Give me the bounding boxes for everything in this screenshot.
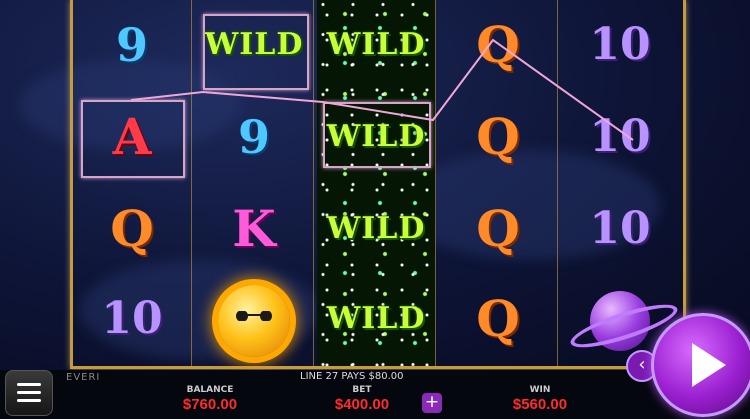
hamburger-icon: [17, 399, 41, 402]
win-highlight-box: [323, 102, 431, 168]
reel-2-symbol-2: 9: [237, 110, 270, 164]
reel-1-symbol-4: 10: [101, 293, 163, 344]
win-highlight-box: [81, 100, 185, 178]
play-triangle-icon: [692, 343, 726, 387]
menu-button[interactable]: [5, 370, 53, 416]
game-stage: 9 A Q 10 WILD 9 K WILD WILD WILD WILD Q …: [0, 0, 750, 370]
reel-5-symbol-2: 10: [589, 111, 651, 162]
bet-value: $400.00: [334, 396, 390, 413]
reel-5-symbol-1: 10: [589, 19, 651, 70]
reel-4-symbol-4: Q: [476, 289, 520, 348]
bet-increase-button[interactable]: +: [422, 393, 442, 413]
reel-3: WILD WILD WILD WILD: [317, 0, 436, 366]
win-line-message: LINE 27 PAYS $80.00: [300, 371, 404, 382]
reel-3-symbol-3: WILD: [326, 211, 426, 246]
reel-5: 10 10 10: [561, 0, 682, 366]
reel-3-symbol-4: WILD: [326, 301, 426, 336]
reel-1: 9 A Q 10: [73, 0, 192, 366]
win-highlight-box: [203, 14, 309, 90]
balance-value: $760.00: [182, 396, 238, 413]
reel-2-symbol-3: K: [232, 199, 276, 258]
reel-4: Q Q Q Q: [439, 0, 558, 366]
balance-label: BALANCE: [186, 385, 234, 395]
reel-4-symbol-2: Q: [476, 107, 520, 166]
sunglasses-icon: [236, 311, 272, 321]
win-label: WIN: [529, 385, 551, 395]
hamburger-icon: [17, 383, 41, 386]
sun-icon: [195, 276, 313, 366]
hamburger-icon: [17, 391, 41, 394]
reel-3-symbol-1: WILD: [326, 27, 426, 62]
spin-button[interactable]: [651, 313, 750, 417]
reel-1-symbol-1: 9: [115, 18, 148, 72]
reel-5-symbol-3: 10: [589, 203, 651, 254]
reel-frame: 9 A Q 10 WILD 9 K WILD WILD WILD WILD Q …: [70, 0, 686, 369]
bet-label: BET: [352, 385, 372, 395]
reel-1-symbol-3: Q: [110, 199, 154, 258]
reel-4-symbol-3: Q: [476, 199, 520, 258]
win-value: $560.00: [512, 396, 568, 413]
brand-logo: EVERI: [66, 372, 101, 383]
reel-4-symbol-1: Q: [476, 15, 520, 74]
reel-2: WILD 9 K: [195, 0, 314, 366]
